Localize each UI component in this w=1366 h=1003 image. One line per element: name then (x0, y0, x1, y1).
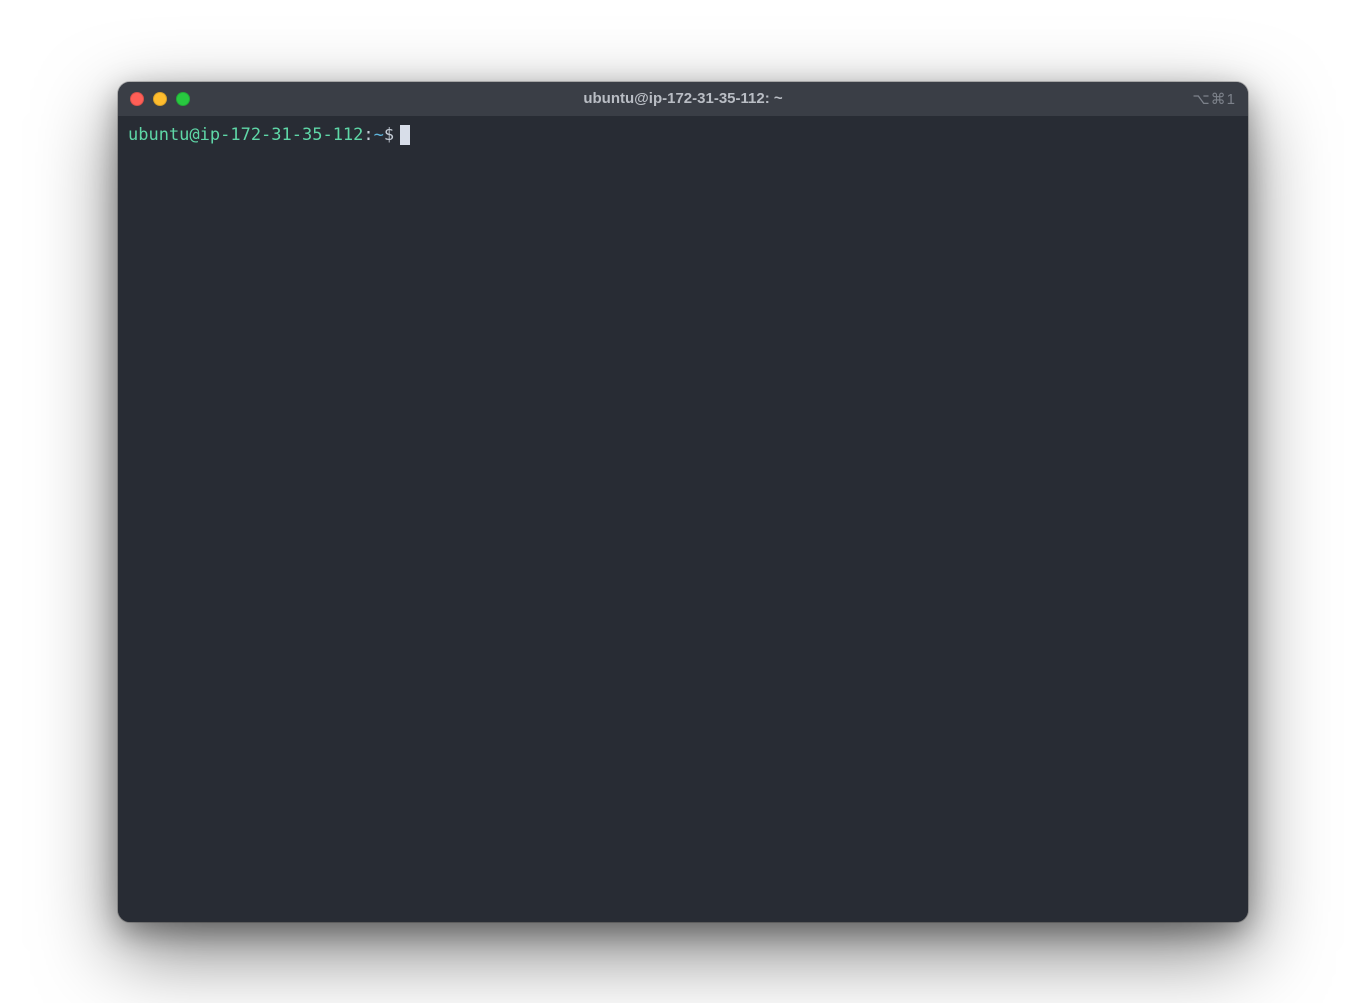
window-title: ubuntu@ip-172-31-35-112: ~ (118, 90, 1248, 107)
traffic-lights (130, 92, 190, 106)
cursor-icon (400, 125, 410, 145)
terminal-window: ubuntu@ip-172-31-35-112: ~ ⌥⌘1 ubuntu@ip… (118, 82, 1248, 922)
prompt-user-host: ubuntu@ip-172-31-35-112 (128, 124, 363, 147)
terminal-body[interactable]: ubuntu@ip-172-31-35-112:~$ (118, 116, 1248, 922)
minimize-icon[interactable] (153, 92, 167, 106)
prompt-separator: : (363, 124, 373, 147)
prompt-line: ubuntu@ip-172-31-35-112:~$ (128, 124, 1238, 147)
maximize-icon[interactable] (176, 92, 190, 106)
close-icon[interactable] (130, 92, 144, 106)
tab-shortcut-indicator: ⌥⌘1 (1192, 90, 1236, 108)
prompt-dollar: $ (384, 124, 394, 147)
titlebar[interactable]: ubuntu@ip-172-31-35-112: ~ ⌥⌘1 (118, 82, 1248, 116)
prompt-cwd: ~ (374, 124, 384, 147)
